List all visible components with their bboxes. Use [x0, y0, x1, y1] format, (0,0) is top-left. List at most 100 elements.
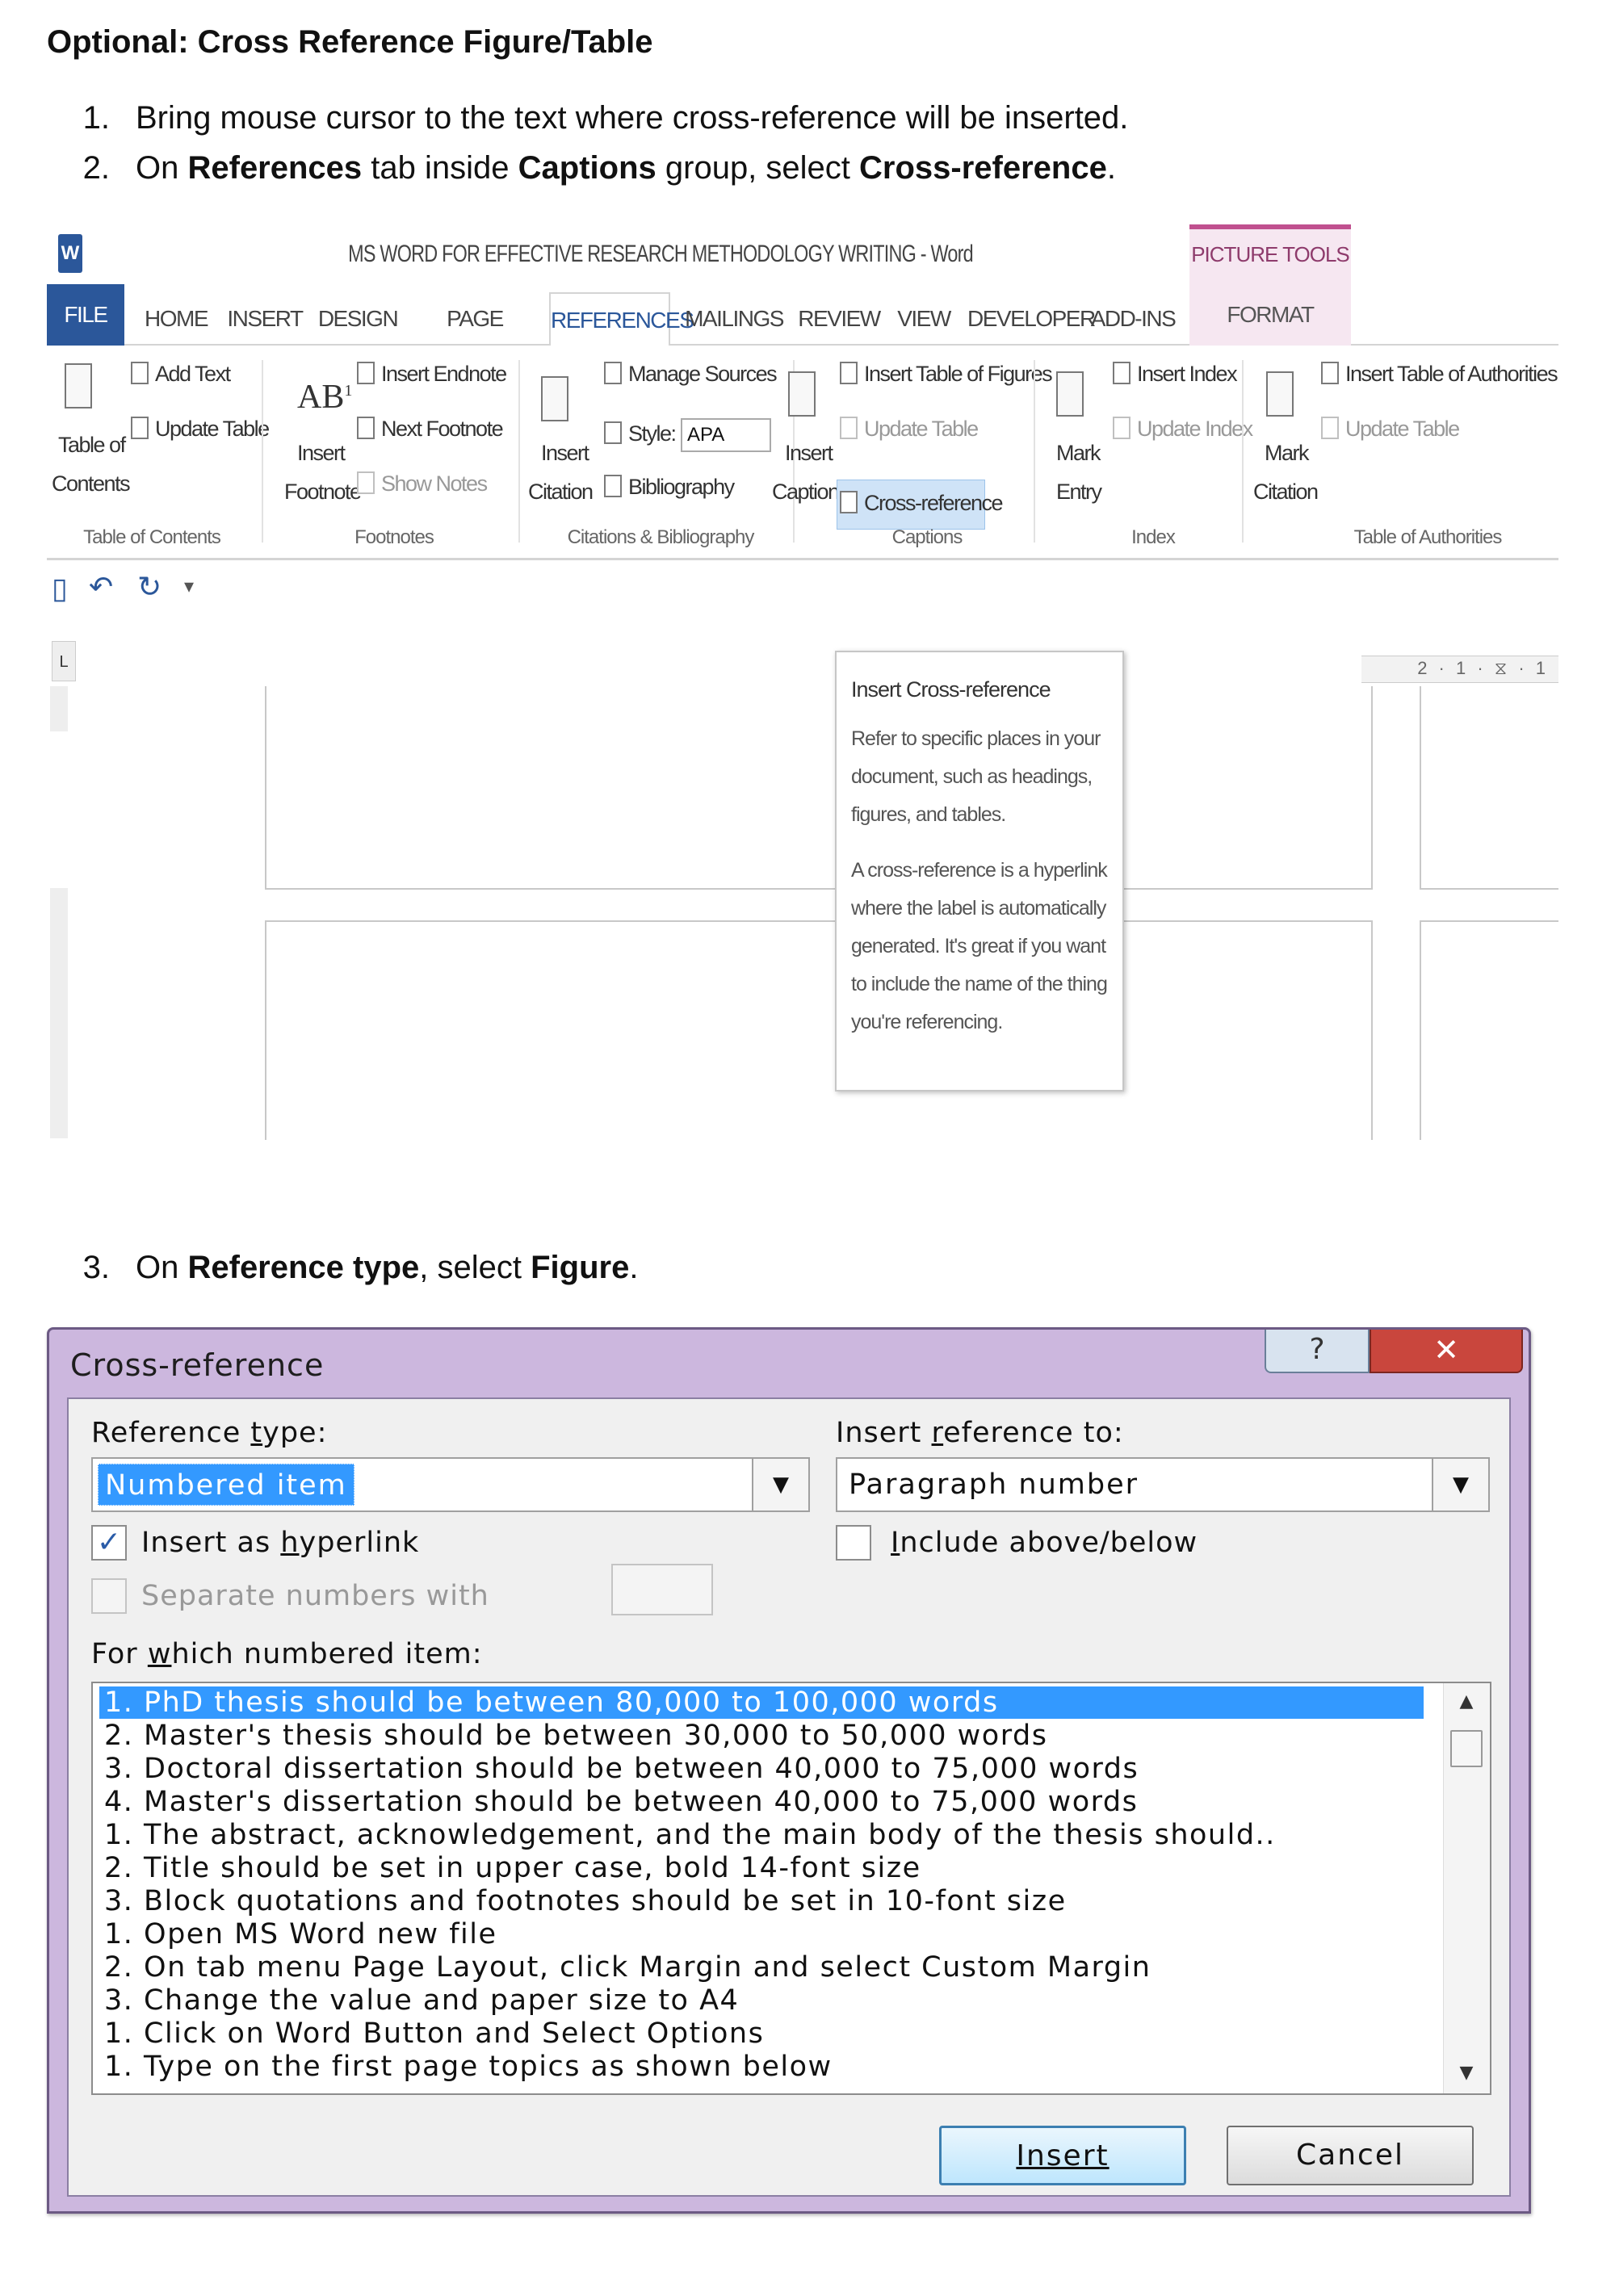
insert-table-of-figures-button[interactable]: Insert Table of Figures: [864, 362, 1053, 387]
tab-review[interactable]: REVIEW: [795, 292, 883, 346]
list-item[interactable]: 3. Block quotations and footnotes should…: [99, 1885, 1424, 1917]
tab-home[interactable]: HOME: [136, 292, 216, 346]
update-table-toa-button[interactable]: Update Table: [1345, 417, 1460, 442]
page-border: [265, 920, 266, 1140]
tab-developer[interactable]: DEVELOPER: [967, 292, 1096, 346]
insert-footnote-label-1[interactable]: Insert: [297, 441, 346, 466]
separate-numbers-checkbox[interactable]: [91, 1578, 127, 1614]
list-item[interactable]: 1. Open MS Word new file: [99, 1918, 1424, 1950]
cross-reference-button[interactable]: Cross-reference: [864, 491, 1004, 516]
insert-footnote-label-2[interactable]: Footnote: [284, 480, 362, 505]
insert-reference-to-dropdown[interactable]: Paragraph number ▼: [836, 1457, 1490, 1512]
cross-reference-dialog: Cross-reference ? ✕ Reference type: Numb…: [47, 1327, 1531, 2214]
add-text-button[interactable]: Add Text: [155, 362, 231, 387]
document-heading: Optional: Cross Reference Figure/Table: [47, 24, 653, 60]
list-item[interactable]: 2. Title should be set in upper case, bo…: [99, 1852, 1424, 1884]
scroll-thumb[interactable]: [1450, 1730, 1483, 1767]
chevron-down-icon[interactable]: ▼: [752, 1459, 808, 1510]
group-label-citations: Citations & Bibliography: [567, 526, 755, 548]
redo-icon[interactable]: ↻: [137, 570, 162, 604]
update-table-captions-button[interactable]: Update Table: [864, 417, 979, 442]
help-button[interactable]: ?: [1265, 1330, 1370, 1373]
add-text-icon: [131, 362, 149, 384]
insert-caption-label-1[interactable]: Insert: [785, 441, 833, 466]
insert-citation-label-2[interactable]: Citation: [528, 480, 594, 505]
list-item[interactable]: 1. Type on the first page topics as show…: [99, 2051, 1424, 2083]
update-index-button[interactable]: Update Index: [1137, 417, 1253, 442]
mark-citation-label-2[interactable]: Citation: [1253, 480, 1319, 505]
group-label-toc: Table of Contents: [83, 526, 221, 548]
close-button[interactable]: ✕: [1370, 1330, 1523, 1373]
tab-page-layout[interactable]: PAGE LAYOUT: [410, 292, 539, 384]
scroll-up-icon[interactable]: ▲: [1444, 1691, 1489, 1712]
list-item[interactable]: 1. Click on Word Button and Select Optio…: [99, 2017, 1424, 2050]
tab-format[interactable]: FORMAT: [1189, 284, 1351, 346]
style-dropdown[interactable]: APA: [681, 418, 771, 452]
step-text: Bring mouse cursor to the text where cro…: [136, 100, 1129, 136]
insert-table-of-figures-icon: [840, 362, 858, 384]
tab-view[interactable]: VIEW: [891, 292, 956, 346]
step-bold-captions: Captions: [518, 150, 656, 186]
tab-design[interactable]: DESIGN: [313, 292, 402, 346]
mark-citation-label-1[interactable]: Mark: [1265, 441, 1310, 466]
step-bold-references: References: [187, 150, 363, 186]
insert-reference-to-label: Insert reference to:: [836, 1417, 1124, 1449]
separate-numbers-label: Separate numbers with: [141, 1580, 489, 1612]
tab-references[interactable]: REFERENCES: [549, 292, 694, 347]
customize-qat-icon[interactable]: ▾: [184, 575, 194, 598]
cancel-button[interactable]: Cancel: [1227, 2126, 1474, 2185]
scroll-down-icon[interactable]: ▼: [1444, 2063, 1489, 2083]
page-border: [1420, 920, 1421, 1140]
list-item[interactable]: 2. On tab menu Page Layout, click Margin…: [99, 1951, 1424, 1984]
insert-toa-button[interactable]: Insert Table of Authorities: [1345, 362, 1558, 387]
list-item[interactable]: 4. Master's dissertation should be betwe…: [99, 1786, 1424, 1818]
insert-endnote-button[interactable]: Insert Endnote: [381, 362, 507, 387]
insert-reference-to-value: Paragraph number: [849, 1469, 1139, 1501]
ruler[interactable]: 2 · 1 · ⧖ · 1: [1361, 656, 1558, 683]
update-table-button[interactable]: Update Table: [155, 417, 270, 442]
insert-citation-label-1[interactable]: Insert: [541, 441, 589, 466]
list-item[interactable]: 1. The abstract, acknowledgement, and th…: [99, 1819, 1424, 1851]
step-bold-reference-type: Reference type: [187, 1250, 420, 1285]
toc-label-2[interactable]: Contents: [52, 471, 131, 496]
toc-label-1[interactable]: Table of: [58, 433, 126, 458]
page-border: [1371, 686, 1373, 888]
cross-reference-tooltip: Insert Cross-reference Refer to specific…: [835, 651, 1124, 1091]
vertical-ruler: [50, 888, 68, 1138]
next-footnote-button[interactable]: Next Footnote: [381, 417, 504, 442]
bibliography-button[interactable]: Bibliography: [628, 475, 735, 500]
list-item[interactable]: 3. Change the value and paper size to A4: [99, 1984, 1424, 2017]
mark-entry-label-2[interactable]: Entry: [1056, 480, 1102, 505]
insert-hyperlink-checkbox[interactable]: ✓: [91, 1525, 127, 1561]
list-scrollbar[interactable]: ▲ ▼: [1443, 1683, 1490, 2093]
insert-button[interactable]: Insert: [939, 2126, 1186, 2185]
numbered-item-list[interactable]: 1. PhD thesis should be between 80,000 t…: [91, 1682, 1491, 2095]
tab-insert[interactable]: INSERT: [224, 292, 305, 346]
page-border: [1420, 888, 1558, 890]
undo-icon[interactable]: ↶: [89, 570, 113, 604]
show-notes-button[interactable]: Show Notes: [381, 471, 488, 496]
step-3: 3. On Reference type, select Figure.: [47, 1250, 639, 1286]
save-icon[interactable]: ▯: [52, 572, 68, 605]
insert-caption-label-2[interactable]: Caption: [772, 480, 840, 505]
list-item[interactable]: 1. PhD thesis should be between 80,000 t…: [99, 1686, 1424, 1719]
step-1: 1. Bring mouse cursor to the text where c…: [47, 100, 1129, 136]
manage-sources-button[interactable]: Manage Sources: [628, 362, 778, 387]
ribbon-references: Table of Contents Add Text Update Table …: [47, 346, 1558, 560]
group-label-footnotes: Footnotes: [354, 526, 434, 548]
separate-numbers-input[interactable]: [611, 1564, 713, 1615]
insert-index-button[interactable]: Insert Index: [1137, 362, 1238, 387]
tab-selector[interactable]: L: [52, 641, 76, 681]
tab-add-ins[interactable]: ADD-INS: [1089, 292, 1177, 346]
include-above-below-checkbox[interactable]: [836, 1525, 871, 1561]
page-border: [1420, 920, 1558, 922]
tab-file[interactable]: FILE: [47, 284, 124, 346]
list-item[interactable]: 2. Master's thesis should be between 30,…: [99, 1720, 1424, 1752]
reference-type-dropdown[interactable]: Numbered item ▼: [91, 1457, 810, 1512]
mark-entry-label-1[interactable]: Mark: [1056, 441, 1101, 466]
chevron-down-icon[interactable]: ▼: [1432, 1459, 1488, 1510]
list-item[interactable]: 3. Doctoral dissertation should be betwe…: [99, 1753, 1424, 1785]
tab-mailings[interactable]: MAILINGS: [682, 292, 787, 346]
group-separator: [262, 360, 263, 543]
update-table-captions-icon: [840, 417, 858, 439]
